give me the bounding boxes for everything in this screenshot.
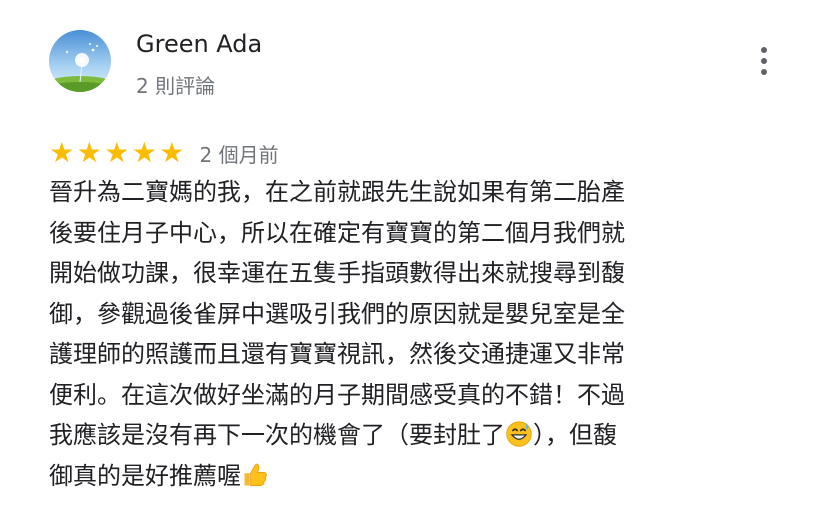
star-icon: ★: [104, 136, 130, 169]
star-icon: ★: [131, 136, 157, 169]
thumbs-up-emoji: [244, 463, 267, 486]
star-icon: ★: [159, 136, 185, 169]
review-text-segment: 御真的是好推薦喔: [49, 461, 241, 490]
review-text-segment: 我應該是沒有再下一次的機會了（要封肚了: [49, 421, 505, 449]
review-text: 晉升為二寶媽的我，在之前就跟先生說如果有第二胎產 後要住月子中心，所以在確定有寶…: [49, 172, 739, 496]
review-text-line: 御，參觀過後雀屏中選吸引我們的原因就是嬰兒室是全: [49, 299, 625, 328]
menu-dot: [761, 58, 767, 64]
star-icon: ★: [49, 136, 75, 169]
grinning-sweat-emoji: [506, 421, 532, 447]
review-count: 2 則評論: [136, 74, 216, 98]
review-text-line: 後要住月子中心，所以在確定有寶寶的第二個月我們就: [49, 218, 625, 247]
review-text-line: 開始做功課，很幸運在五隻手指頭數得出來就搜尋到馥: [49, 259, 625, 287]
review-text-line: 我應該是沒有再下一次的機會了（要封肚了 ），但馥: [49, 415, 739, 456]
review-text-segment: ），但馥: [533, 421, 617, 449]
avatar[interactable]: [49, 30, 111, 92]
menu-dot: [761, 47, 767, 53]
review-text-line: 晉升為二寶媽的我，在之前就跟先生說如果有第二胎產: [49, 178, 625, 206]
menu-dot: [761, 69, 767, 75]
review-date: 2 個月前: [199, 142, 279, 167]
review-text-line: 御真的是好推薦喔: [49, 456, 739, 497]
dandelion-avatar-image: [49, 30, 111, 92]
more-vert-icon[interactable]: [748, 42, 780, 80]
reviewer-name[interactable]: Green Ada: [136, 30, 262, 58]
rating-row: ★ ★ ★ ★ ★ 2 個月前: [48, 138, 279, 168]
star-rating: ★ ★ ★ ★ ★: [48, 139, 186, 167]
star-icon: ★: [76, 136, 102, 169]
review-text-line: 護理師的照護而且還有寶寶視訊，然後交通捷運又非常: [49, 340, 625, 368]
review-text-line: 便利。在這次做好坐滿的月子期間感受真的不錯！不過: [49, 380, 625, 409]
